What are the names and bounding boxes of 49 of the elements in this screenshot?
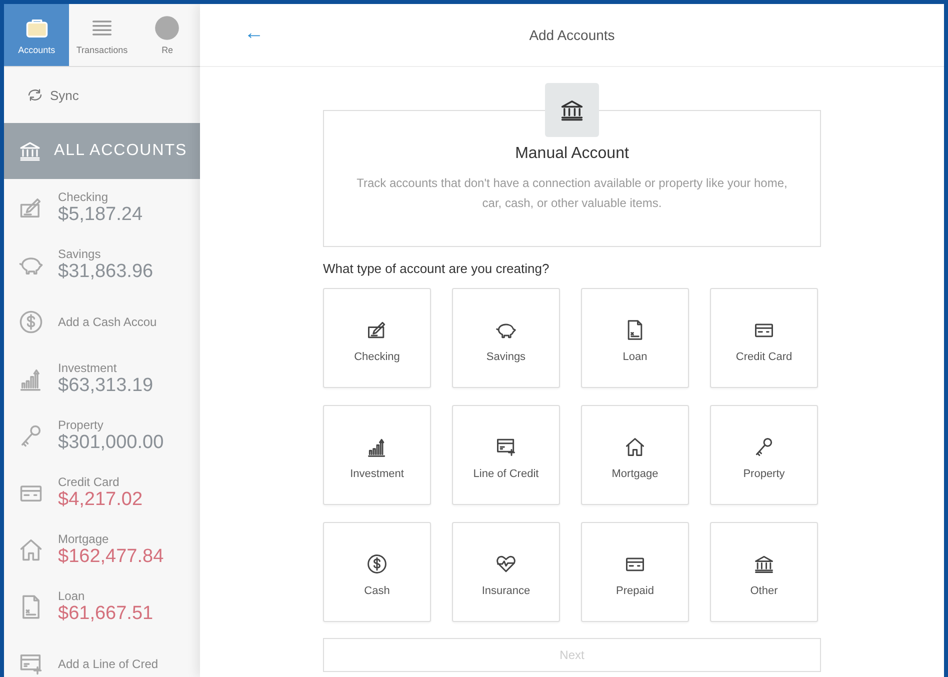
account-name: Loan: [58, 588, 86, 602]
account-type-tile[interactable]: Savings: [452, 288, 560, 388]
account-balance: $61,667.51: [58, 602, 154, 624]
question-label: What type of account are you creating?: [323, 261, 550, 276]
account-type-tile[interactable]: Cash: [323, 522, 431, 622]
account-balance: $162,477.84: [58, 546, 164, 568]
account-house-icon: [18, 536, 44, 562]
account-balance: $301,000.00: [58, 432, 164, 454]
account-name: Savings: [58, 246, 102, 260]
account-name: Mortgage: [58, 532, 110, 546]
sync-button[interactable]: Sync: [50, 88, 79, 102]
account-name: Investment: [58, 360, 118, 374]
circle-icon: [154, 15, 180, 41]
card-plus-icon: [495, 436, 517, 458]
nav-tab[interactable]: Accounts: [4, 4, 70, 66]
account-name: Credit Card: [58, 474, 120, 488]
account-type-tile[interactable]: Loan: [581, 288, 689, 388]
back-button[interactable]: ←: [244, 22, 264, 45]
account-balance: $63,313.19: [58, 374, 154, 396]
key-icon: [753, 436, 775, 458]
nav-tab[interactable]: Transactions: [69, 4, 135, 66]
account-balance: $5,187.24: [58, 204, 143, 226]
house-icon: [624, 436, 646, 458]
bank-icon: [753, 553, 775, 575]
card-description: Track accounts that don't have a connection available or property like your home, car, cash, or other valuable items.: [356, 175, 788, 212]
dollar-icon: [366, 553, 388, 575]
bank-icon: [18, 139, 42, 163]
dialog-title: Add Accounts: [529, 27, 615, 43]
account-type-tile[interactable]: Line of Credit: [452, 405, 560, 505]
heart-pulse-icon: [495, 553, 517, 575]
sync-icon: [26, 88, 44, 102]
account-type-tile[interactable]: Prepaid: [581, 522, 689, 622]
card-title: Manual Account: [515, 145, 629, 163]
account-type-tile[interactable]: Credit Card: [710, 288, 818, 388]
nav-tab[interactable]: Re: [134, 4, 200, 66]
account-balance: $31,863.96: [58, 260, 154, 282]
account-name: Property: [58, 418, 104, 432]
account-type-tile[interactable]: Checking: [323, 288, 431, 388]
bar-chart-icon: [366, 436, 388, 458]
account-type-tile[interactable]: Property: [710, 405, 818, 505]
check-icon: [366, 319, 388, 341]
account-balance: $4,217.02: [58, 488, 143, 510]
manual-account-card[interactable]: Manual Account Track accounts that don't have a connection available or property like your home, car, cash, or other valuable items.: [323, 110, 821, 247]
account-name: Checking: [58, 190, 110, 204]
account-type-tile[interactable]: Other: [710, 522, 818, 622]
account-type-tile[interactable]: Investment: [323, 405, 431, 505]
account-dollar-icon: [18, 308, 44, 334]
account-type-tile[interactable]: Mortgage: [581, 405, 689, 505]
account-type-tile[interactable]: Insurance: [452, 522, 560, 622]
